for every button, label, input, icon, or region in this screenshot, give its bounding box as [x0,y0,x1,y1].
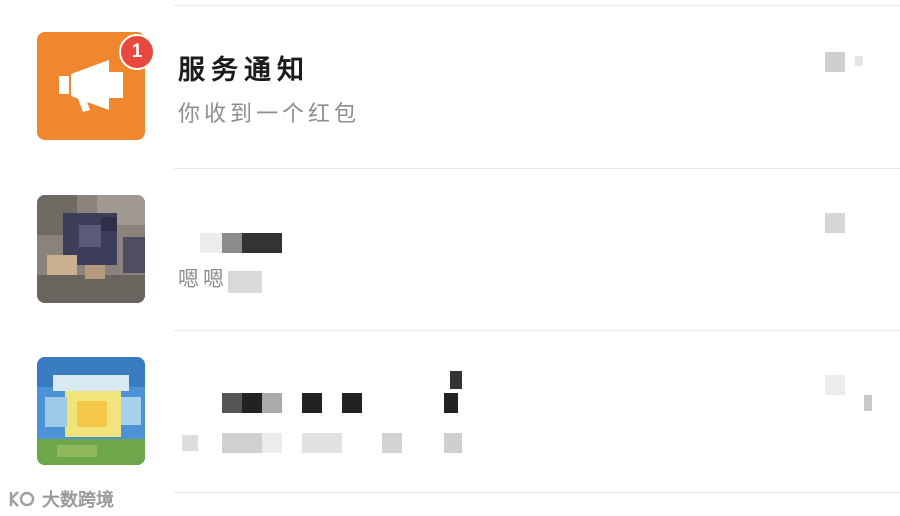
name-blur [222,233,242,253]
name-blur [242,393,262,413]
divider-3 [174,492,900,493]
name-blur [342,393,362,413]
name-blur [222,393,242,413]
chat-item-3[interactable] [0,331,900,493]
watermark: 大数跨境 [8,486,114,512]
name-blur [444,393,458,413]
chat-preview: 嗯嗯 [178,267,228,291]
name-blur [262,393,282,413]
chat-item-service-notification[interactable]: 1 服务通知 你收到一个红包 [0,6,900,168]
name-blur [200,233,222,253]
contact-avatar [37,195,145,303]
photo-avatar [37,195,145,303]
sky-photo-avatar [37,357,145,465]
preview-blur [222,433,262,453]
timestamp-blurred [825,213,845,233]
watermark-logo-icon [9,491,35,507]
preview-blur [382,433,402,453]
chat-title: 服务通知 [178,55,310,86]
preview-blur [302,433,342,453]
name-blur [242,233,282,253]
preview-blur [262,433,282,453]
blur-mark [855,56,863,66]
watermark-text: 大数跨境 [42,490,114,511]
name-blur [302,393,322,413]
name-blur [450,371,462,389]
preview-blur [228,271,262,293]
blur-mark [864,395,872,411]
chat-preview: 你收到一个红包 [178,102,361,127]
timestamp-blurred [825,52,845,72]
unread-badge: 1 [119,34,155,70]
preview-blur [444,433,462,453]
timestamp-blurred [825,375,845,395]
contact-avatar [37,357,145,465]
preview-blur [182,435,198,451]
chat-item-2[interactable]: 嗯嗯 [0,169,900,331]
